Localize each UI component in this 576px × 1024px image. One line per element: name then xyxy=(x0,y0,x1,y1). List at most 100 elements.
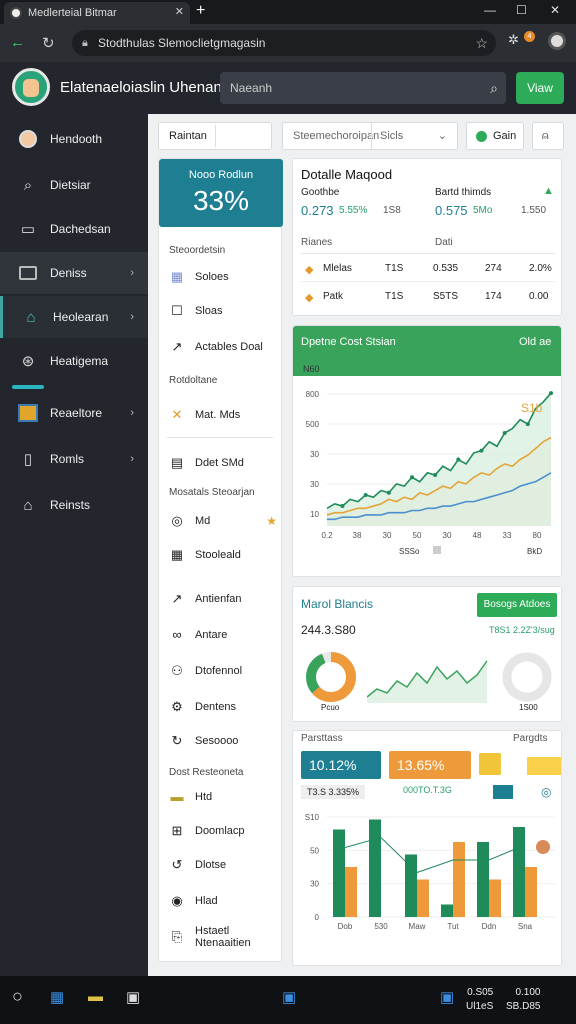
tab-favicon-icon xyxy=(10,7,22,19)
list-item[interactable]: ⚇ Dtofennol xyxy=(169,663,242,679)
sidebar-item-images[interactable]: Reaeltore › xyxy=(0,392,148,434)
list-item[interactable]: ↺ Dlotse xyxy=(169,857,227,873)
list-item[interactable]: ▦ Soloes xyxy=(169,269,229,285)
search-icon[interactable]: ⌕ xyxy=(490,72,498,104)
donut-chart[interactable] xyxy=(303,649,359,705)
list-item[interactable]: ↗ Antienfan xyxy=(169,591,242,607)
info-icon[interactable]: ◎ xyxy=(541,785,551,799)
chevron-right-icon: › xyxy=(130,267,134,279)
sidebar-item-home[interactable]: Hendooth xyxy=(0,118,148,160)
list-item[interactable]: ↻ Sesoooo xyxy=(169,733,239,749)
x-tick-label: 50 xyxy=(413,531,422,540)
left-column-panel: Nooo Rodlun 33% Steoordetsin ▦ Soloes ☐ Sl… xyxy=(158,158,283,962)
x-tick-label: Maw xyxy=(409,922,426,931)
list-item[interactable]: ⎘ Hstaetl Ntenaaitien xyxy=(169,925,251,949)
back-arrow-icon[interactable]: ← xyxy=(10,34,25,51)
search-input[interactable]: Naeanh ⌕ xyxy=(220,72,506,104)
pinned-app-icon[interactable]: ▣ xyxy=(282,988,296,1006)
search-icon: ⌕ xyxy=(23,176,33,194)
list-item[interactable]: ◉ Hlad xyxy=(169,893,217,909)
clock[interactable]: 0.S05 Ul1eS xyxy=(466,986,493,1014)
bell-icon[interactable]: ⍝ xyxy=(532,122,564,150)
chevron-right-icon: › xyxy=(130,311,134,323)
list-item[interactable]: ∞ Antare xyxy=(169,627,227,642)
view-button[interactable]: Viaw xyxy=(516,72,564,104)
list-item[interactable]: ✕ Mat. Mds xyxy=(169,407,241,423)
app-logo[interactable] xyxy=(12,68,50,106)
flag-icon xyxy=(527,757,561,775)
sidebar-item-home-page[interactable]: ⌂ Reinsts xyxy=(0,484,148,526)
bar xyxy=(345,867,357,917)
x-tick-label: 0.2 xyxy=(321,531,333,540)
metric-pill[interactable]: 10.12% xyxy=(301,751,381,779)
sidebar-item-charts[interactable]: ⊛ Heatigema xyxy=(0,340,148,382)
sidebar-item-clipboard[interactable]: ▯ Romls › xyxy=(0,438,148,480)
line-chart[interactable]: 800 500 30 30 10 S1b 0.2 38 30 50 30 48 33 80 SSSo BkD xyxy=(293,376,561,576)
stat-value: 33% xyxy=(192,185,250,216)
metric-pill[interactable]: 13.65% xyxy=(389,751,471,779)
y-tick-label: 800 xyxy=(306,390,320,399)
data-point xyxy=(525,422,530,427)
gain-button[interactable]: Gain xyxy=(466,122,524,150)
maximize-icon[interactable]: ☐ xyxy=(516,3,527,17)
sparkline xyxy=(367,660,488,703)
bar xyxy=(525,867,537,917)
new-tab-icon[interactable]: + xyxy=(196,2,205,20)
sidebar-item-building[interactable]: ⌂ Heolearan › xyxy=(0,296,148,338)
toggle-icon[interactable] xyxy=(493,785,513,799)
store-icon[interactable]: ▣ xyxy=(126,988,140,1006)
refresh-icon: ↻ xyxy=(171,733,183,748)
link-icon: ∞ xyxy=(172,627,182,642)
refresh-icon: ↺ xyxy=(171,857,183,872)
sidebar-item-folders[interactable]: Deniss › xyxy=(0,252,148,294)
x-tick-label: Sna xyxy=(518,922,533,931)
section-title: Dotalle Maqood xyxy=(301,167,393,182)
sidebar: Hendooth ⌕ Dietsiar ▭ Dachedsan Deniss ›… xyxy=(0,114,148,976)
bar xyxy=(333,829,345,917)
browser-tab[interactable]: Medlerteial Bitmar ✕ xyxy=(4,2,190,24)
start-icon[interactable]: ○ xyxy=(12,986,23,1007)
profile-icon[interactable] xyxy=(548,32,566,50)
list-item[interactable]: ▬ Htd xyxy=(169,789,213,804)
filter-field[interactable]: Raintan xyxy=(158,122,272,150)
alert-icon[interactable] xyxy=(479,753,501,775)
folder-icon[interactable]: ▬ xyxy=(88,988,103,1005)
app-icon[interactable]: ▦ xyxy=(50,988,64,1006)
bookmark-star-icon[interactable]: ☆ xyxy=(475,30,488,56)
list-item[interactable]: ↗ Actables Doal xyxy=(169,339,263,355)
sidebar-item-search[interactable]: ⌕ Dietsiar xyxy=(0,164,148,206)
x-tick-label: 30 xyxy=(443,531,452,540)
tab-title: Medlerteial Bitmar xyxy=(28,7,117,19)
tray-icon[interactable]: ▣ xyxy=(440,988,454,1006)
minimize-icon[interactable]: — xyxy=(484,3,496,17)
people-icon: ⚇ xyxy=(171,663,183,678)
clipboard-icon: ▯ xyxy=(23,451,33,468)
list-item[interactable]: ☐ Sloas xyxy=(169,303,222,319)
sidebar-item-documents[interactable]: ▭ Dachedsan xyxy=(0,208,148,250)
reload-icon[interactable]: ↻ xyxy=(42,34,55,52)
list-item[interactable]: ▤ Ddet SMd xyxy=(169,455,244,471)
x-axis-label: BkD xyxy=(527,547,542,556)
close-icon[interactable]: ✕ xyxy=(175,5,184,18)
action-button[interactable]: Bosogs Atdoes xyxy=(477,593,557,617)
list-item[interactable]: ⊞ Doomlacp xyxy=(169,823,245,839)
data-point xyxy=(479,448,484,453)
section-title: Marol Blancis xyxy=(301,597,374,611)
stat-card[interactable]: Nooo Rodlun 33% xyxy=(159,159,283,227)
bar xyxy=(369,819,381,917)
bar xyxy=(477,842,489,917)
date[interactable]: 0.100 SB.D85 xyxy=(506,986,540,1014)
app-header: Elatenaeloiaslin Uhenanaa Naeanh ⌕ Viaw xyxy=(0,62,576,114)
star-icon[interactable]: ★ xyxy=(266,514,277,528)
url-field[interactable]: 🔒︎ Stodthulas Slemoclietgmagasin ☆ xyxy=(72,30,496,56)
window-close-icon[interactable]: ✕ xyxy=(550,3,560,17)
list-item[interactable]: ⚙ Dentens xyxy=(169,699,236,715)
range-select[interactable]: Steemechoroipan Sicls ⌄ xyxy=(282,122,458,150)
y-tick-label: 10 xyxy=(310,510,319,519)
taskbar: ○ ▦ ▬ ▣ ▣ ▣ 0.S05 Ul1eS 0.100 SB.D85 xyxy=(0,976,576,1024)
bar xyxy=(513,827,525,917)
list-item[interactable]: ◎ Md ★ xyxy=(169,513,281,529)
bar-chart[interactable]: S10 50 30 0 Dob 530 Maw Tut Ddn Sna xyxy=(293,807,561,957)
list-item[interactable]: ▦ Stooleald xyxy=(169,547,241,563)
home-icon: ⌂ xyxy=(23,496,33,514)
